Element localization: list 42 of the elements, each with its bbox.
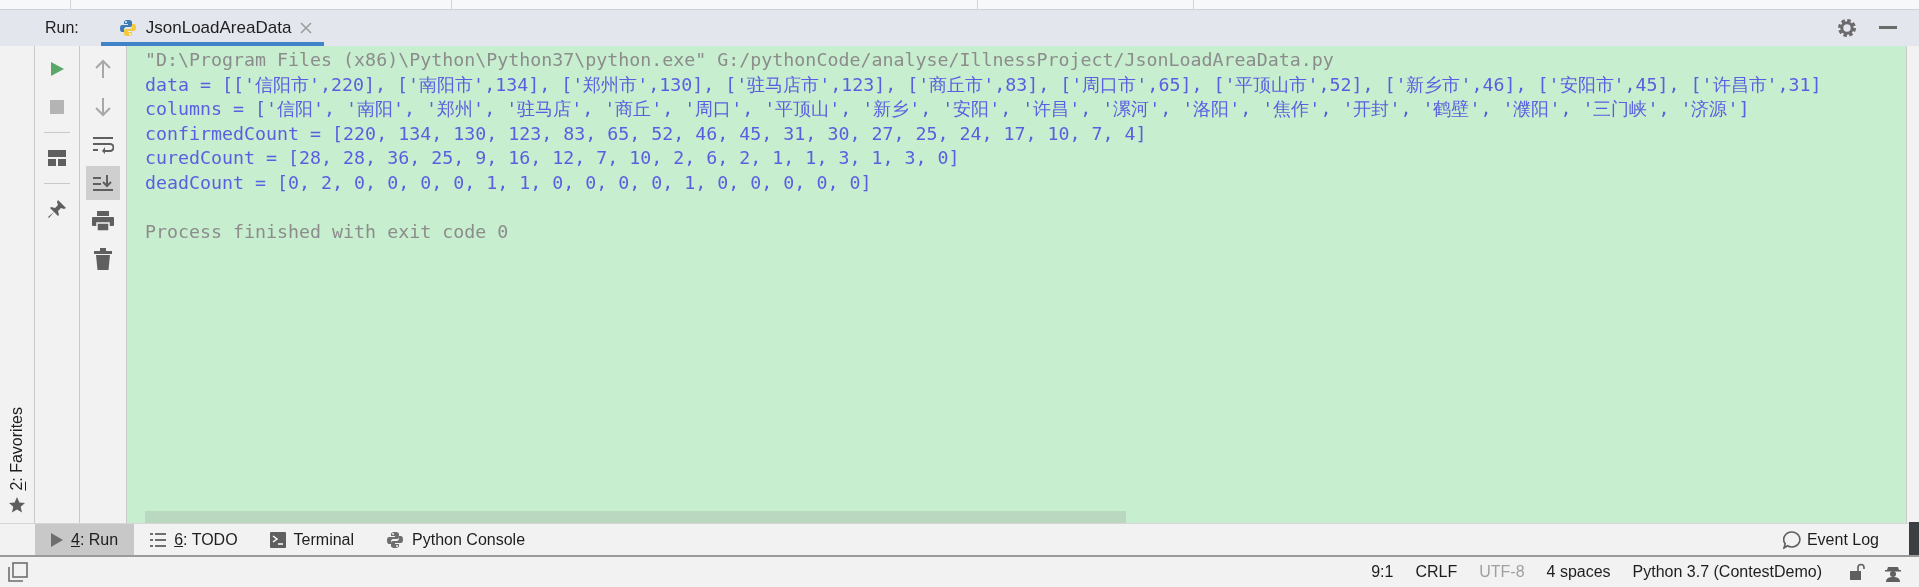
list-icon (150, 532, 167, 547)
status-item[interactable]: Python 3.7 (ContestDemo) (1621, 563, 1833, 581)
up-arrow-icon (94, 59, 112, 79)
pin-icon (47, 199, 67, 219)
layout-icon (48, 150, 66, 166)
unlocked-icon[interactable] (1849, 563, 1867, 581)
event-log-button[interactable]: Event Log (1782, 524, 1909, 555)
speech-bubble-icon (1782, 530, 1801, 549)
soft-wrap-icon (92, 136, 114, 154)
tool-window-tab[interactable]: Python Console (370, 524, 542, 555)
window-icon[interactable] (8, 562, 28, 582)
terminal-icon (269, 531, 286, 548)
status-item[interactable]: 4 spaces (1535, 563, 1622, 581)
down-arrow-icon (94, 97, 112, 117)
play-icon (51, 532, 63, 547)
run-icon (49, 61, 65, 77)
output-line: deadCount = [0, 2, 0, 0, 0, 0, 1, 1, 0, 0, 0, 0, 1, 0, 0, 0, 0, 0] (145, 170, 872, 195)
star-icon (9, 497, 25, 513)
tool-window-tab[interactable]: 4: Run (35, 524, 135, 555)
output-line: data = [['信阳市',220], ['南阳市',134], ['郑州市',130], ['驻马店市',123], ['商丘市',83], ['周口市',65], ['平顶山市',52], ['新乡市',46], ['安阳市',45], ['许昌市',31] (145, 72, 1822, 97)
output-line: columns = ['信阳', '南阳', '郑州', '驻马店', '商丘', '周口', '平顶山', '新乡', '安阳', '许昌', '漯河', '洛阳', '焦作', '开封', '鹤壁', '濮阳', '三门峡', '济源'] (145, 97, 1750, 121)
status-item[interactable]: 9:1 (1360, 563, 1405, 581)
tool-window-tab[interactable]: Terminal (253, 524, 371, 555)
favorites-tab[interactable]: 2: Favorites (8, 407, 26, 491)
close-icon[interactable] (300, 22, 313, 34)
status-item[interactable]: CRLF (1404, 563, 1469, 581)
stop-icon (50, 100, 64, 114)
run-panel-label: Run: (44, 19, 80, 37)
python-icon (386, 530, 405, 549)
python-icon (118, 19, 137, 37)
printer-icon (92, 211, 114, 231)
horizontal-scrollbar[interactable] (145, 511, 1126, 523)
command-line: "D:\Program Files (x86)\Python\Python37\python.exe" G:/pythonCode/analyse/IllnessProject/JsonLoadAreaData.py (145, 48, 1334, 72)
scroll-to-end-button[interactable] (86, 166, 120, 200)
minimize-icon[interactable] (1879, 26, 1897, 30)
tool-window-tab[interactable]: 6: TODO (134, 524, 254, 555)
output-line: curedCount = [28, 28, 36, 25, 9, 16, 12, 7, 10, 2, 6, 2, 1, 1, 3, 1, 3, 0] (145, 146, 960, 170)
exit-message: Process finished with exit code 0 (145, 219, 509, 244)
scroll-to-end-icon (92, 174, 114, 192)
settings-icon[interactable] (1837, 18, 1857, 38)
trash-icon (94, 248, 112, 270)
output-line: confirmedCount = [220, 134, 130, 123, 83, 65, 52, 46, 45, 31, 30, 27, 25, 24, 17, 10, 7, 4] (145, 121, 1147, 146)
